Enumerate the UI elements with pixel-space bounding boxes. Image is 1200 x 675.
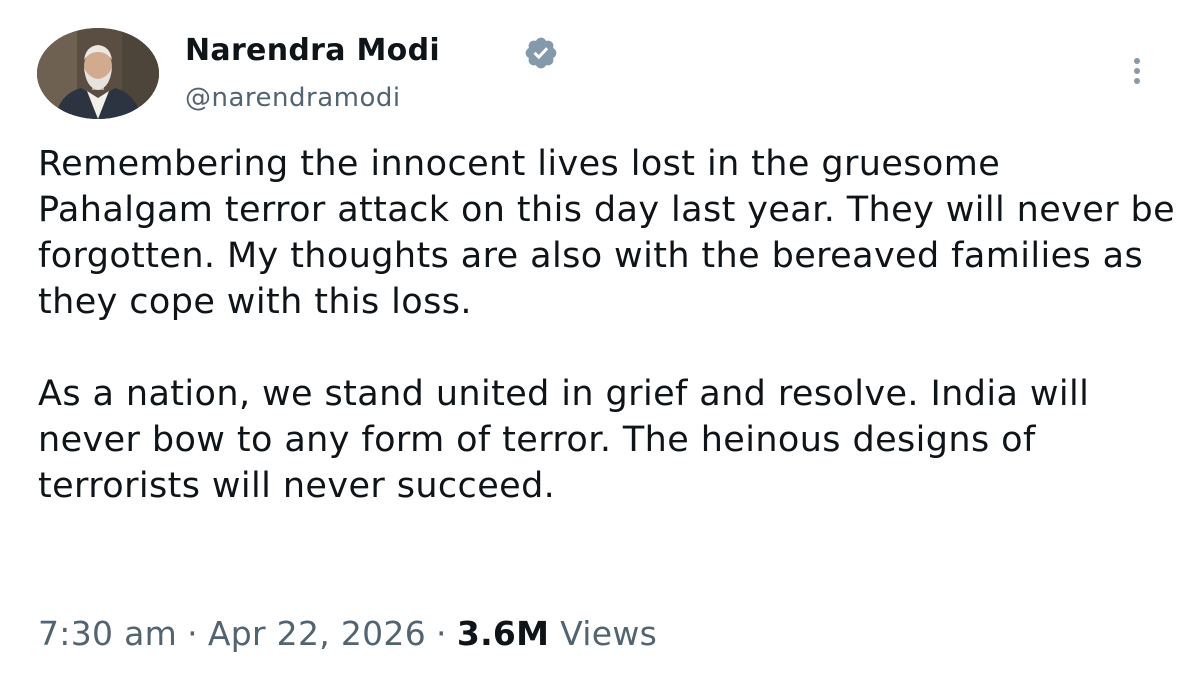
tweet-paragraph: Remembering the innocent lives lost in t… — [38, 144, 1176, 322]
avatar-portrait — [37, 28, 159, 119]
meta-separator: · — [436, 614, 447, 653]
author-name[interactable]: Narendra Modi — [185, 33, 440, 68]
views-count[interactable]: 3.6M — [457, 614, 550, 653]
verified-badge-icon — [525, 37, 557, 69]
tweet-paragraph: As a nation, we stand united in grief an… — [38, 374, 1090, 506]
views-label[interactable]: Views — [560, 614, 657, 653]
tweet-time[interactable]: 7:30 am — [38, 614, 177, 653]
tweet-card: Narendra Modi @narendramodi Remembering … — [0, 0, 1200, 675]
avatar[interactable] — [37, 28, 159, 119]
tweet-text: Remembering the innocent lives lost in t… — [38, 141, 1178, 509]
author-handle[interactable]: @narendramodi — [185, 83, 401, 113]
tweet-date[interactable]: Apr 22, 2026 — [208, 614, 426, 653]
more-options-icon[interactable] — [1125, 58, 1149, 94]
tweet-metadata: 7:30 am · Apr 22, 2026 · 3.6M Views — [38, 614, 657, 653]
meta-separator: · — [187, 614, 198, 653]
